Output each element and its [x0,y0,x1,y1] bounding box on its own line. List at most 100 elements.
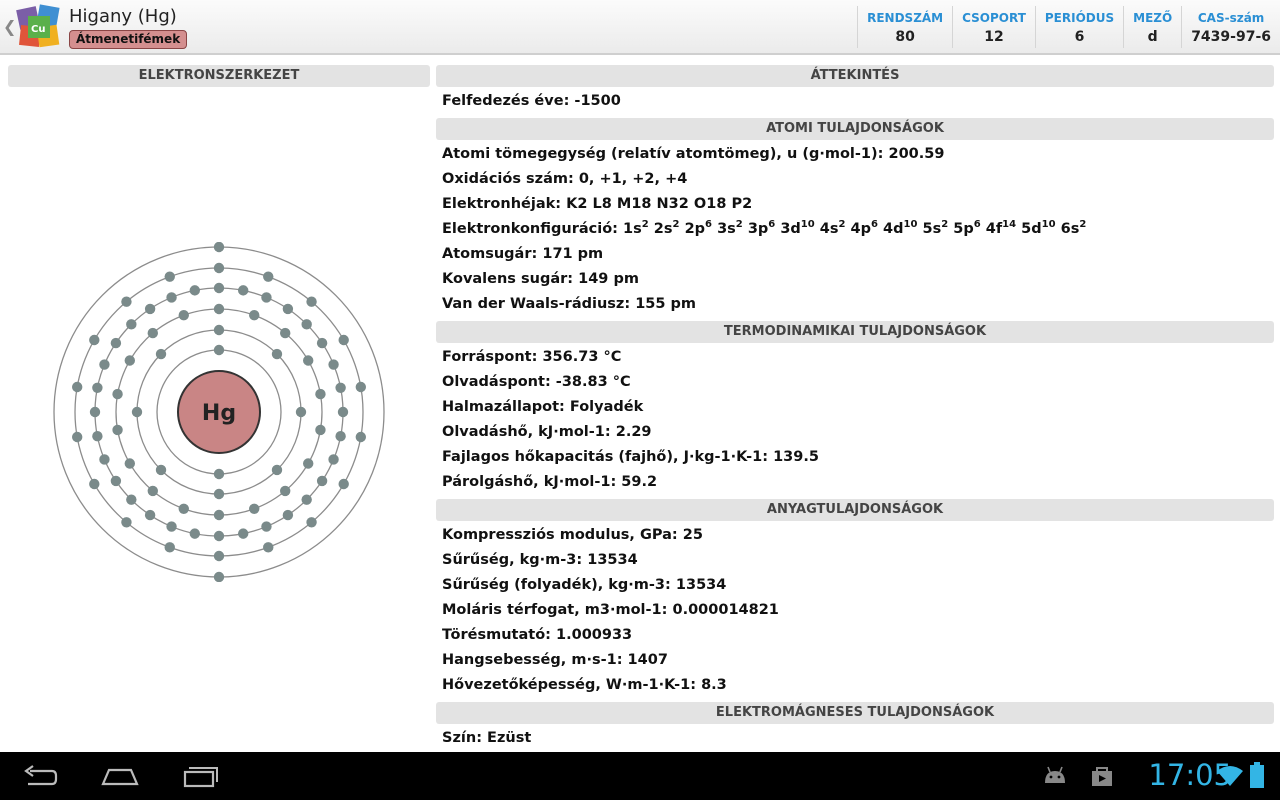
app-logo-icon[interactable]: Cu [16,4,62,50]
config-electron-count: 2 [735,219,743,231]
electron-dot [237,528,249,539]
property-value: -38.83 °C [555,374,631,390]
config-electron-count: 10 [800,219,815,231]
stat-label: PERIÓDUS [1044,11,1115,25]
property-value: 155 pm [635,296,697,312]
electron-dot [99,454,110,465]
property-value: 59.2 [621,474,658,490]
electron-dot [178,503,189,514]
electron-dot [164,271,175,282]
recent-apps-icon[interactable] [181,762,221,790]
electron-dot [315,388,326,400]
property-row: Oxidációs szám: 0, +1, +2, +4 [442,171,688,187]
element-stats: RENDSZÁM 80 CSOPORT 12 PERIÓDUS 6 MEZŐ d CAS-szá… [857,6,1280,48]
config-orbital: 4s [819,221,839,237]
electron-dot [282,303,294,315]
stat-value: d [1147,29,1158,45]
properties-panel[interactable]: ÁTTEKINTÉS Felfedezés éve: -1500 ATOMI TUL… [436,65,1274,752]
property-row: Sűrűség, kg·m-3: 13534 [442,552,638,568]
electron-dot [271,464,283,476]
config-electron-count: 2 [1079,219,1087,231]
config-electron-count: 2 [641,219,649,231]
property-label: Oxidációs szám [442,171,568,187]
electron-dot [213,324,225,336]
action-bar: ❮ Cu Higany (Hg) Átmenetifémek RENDSZÁM 8… [0,0,1280,55]
system-navigation-bar: 17:05 [0,752,1280,800]
electron-dot [213,571,225,582]
config-orbital: 4p [850,221,872,237]
electron-dot [71,381,83,393]
property-label: Sűrűség (folyadék), kg·m-3 [442,577,666,593]
section-header: TERMODINAMIKAI TULAJDONSÁGOK [436,321,1274,343]
electron-dot [316,337,328,349]
electron-dot [303,355,314,366]
property-section: ÁTTEKINTÉS Felfedezés éve: -1500 [436,65,1274,118]
electron-dot [213,242,225,253]
home-icon[interactable] [100,762,140,790]
property-row: Elektronhéjak: K2 L8 M18 N32 O18 P2 [442,196,753,212]
electron-dot [280,485,291,497]
property-value: 1.000933 [556,627,633,643]
electron-dot [92,430,103,442]
property-value: Folyadék [569,399,644,415]
electron-dot [166,521,177,532]
property-row: Atomsugár: 171 pm [442,246,604,262]
stat-4: CAS-szám 7439-97-6 [1181,6,1280,48]
electron-dot [328,359,339,370]
stat-value: 6 [1074,29,1085,45]
property-label: Párolgáshő, kJ·mol-1 [442,474,611,490]
stat-value: 7439-97-6 [1191,29,1271,45]
property-row: Atomi tömegegység (relatív atomtömeg), u… [442,146,945,162]
back-icon[interactable] [20,762,60,790]
property-label: Hővezetőképesség, W·m-1·K-1 [442,677,691,693]
electron-dot [92,382,103,394]
electron-shell-diagram: Hg [53,242,385,582]
property-row: Hővezetőképesség, W·m-1·K-1: 8.3 [442,677,727,693]
content-area[interactable]: ELEKTRONSZERKEZET Hg ÁTTEKINTÉS Felfedezé… [0,57,1280,752]
electron-dot [338,334,349,346]
electron-dot [213,282,225,294]
page-title: Higany (Hg) [69,6,177,27]
stat-label: CSOPORT [962,11,1026,25]
property-label: Atomi tömegegység (relatív atomtömeg), u… [442,146,878,162]
electron-dot [144,509,156,521]
config-orbital: 3p [747,221,769,237]
property-value: 149 pm [578,271,639,287]
property-row: Fajlagos hőkapacitás (fajhő), J·kg-1·K-1… [442,449,819,465]
property-value: 2.29 [615,424,652,440]
electron-dot [337,406,349,418]
electron-dot [249,503,260,514]
category-badge: Átmenetifémek [69,30,188,49]
stat-0: RENDSZÁM 80 [857,6,952,48]
electron-dot [126,494,137,505]
battery-icon [1250,762,1264,788]
config-orbital: 6s [1060,221,1080,237]
electron-dot [261,521,272,532]
config-electron-count: 2 [941,219,949,231]
electron-dot [131,406,143,418]
property-value: K2 L8 M18 N32 O18 P2 [566,196,753,212]
up-caret-icon[interactable]: ❮ [3,17,16,36]
config-orbital: 3s [717,221,736,237]
property-value: 13534 [587,552,638,568]
property-label: Elektronkonfiguráció [442,221,613,237]
config-electron-count: 10 [1041,219,1056,231]
electron-dot [316,475,328,487]
config-orbital: 4d [883,221,904,237]
electron-dot [263,271,274,282]
electron-dot [112,388,123,400]
stat-label: MEZŐ [1133,11,1173,25]
property-row: Kovalens sugár: 149 pm [442,271,639,287]
property-value: 25 [682,527,703,543]
property-label: Fajlagos hőkapacitás (fajhő), J·kg-1·K-1 [442,449,763,465]
config-electron-count: 6 [768,219,776,231]
electron-dot [121,296,132,307]
property-row: Elektronkonfiguráció: 1s2 2s2 2p6 3s2 3p… [442,219,1087,237]
electron-dot [301,494,312,505]
electron-dot [110,337,122,349]
property-section: TERMODINAMIKAI TULAJDONSÁGOK Forráspont: … [436,321,1274,499]
config-orbital: 5d [1021,221,1042,237]
property-row: Olvadáshő, kJ·mol-1: 2.29 [442,424,652,440]
electron-dot [126,319,137,330]
config-electron-count: 10 [903,219,918,231]
